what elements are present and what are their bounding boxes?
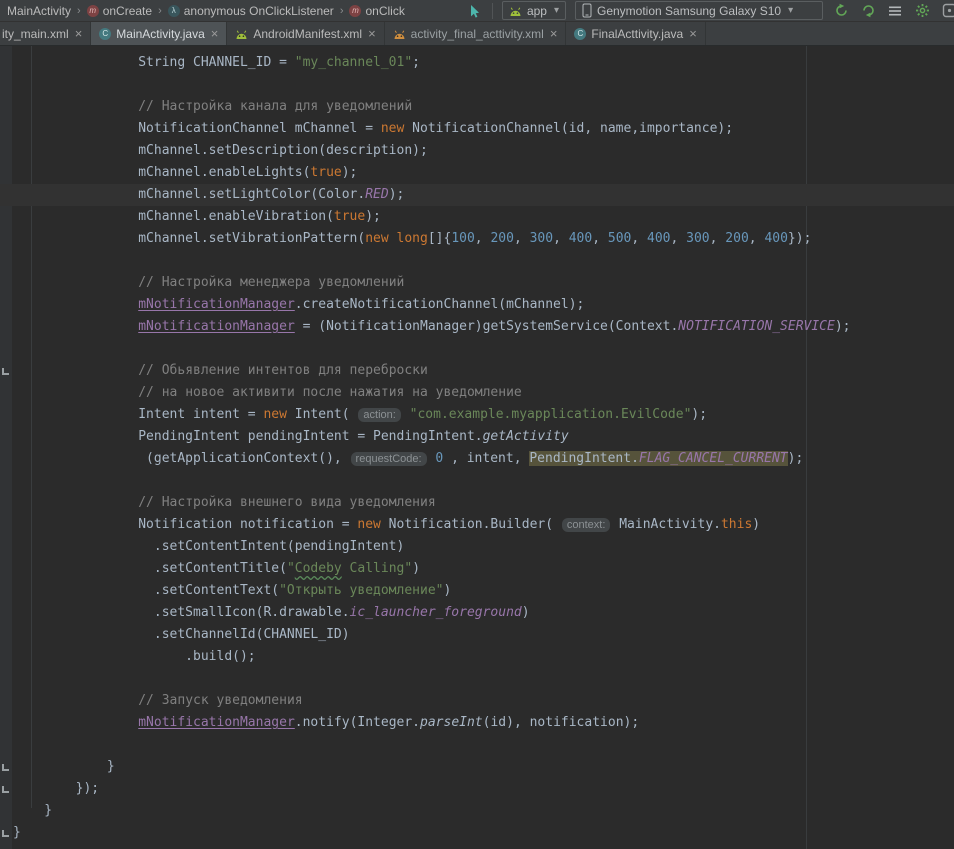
breadcrumb-separator: › [157,5,163,17]
code-line-22[interactable]: Notification notification = new Notifica… [0,514,954,536]
breadcrumb-label: onClick [365,4,404,18]
tab-bar: ity_main.xml×CMainActivity.java×AndroidM… [0,22,954,46]
fold-marker[interactable] [2,830,9,837]
gear-icon[interactable] [913,2,931,20]
chevron-down-icon: ▾ [554,5,559,16]
code-line-35[interactable]: } [0,800,954,822]
editor[interactable]: String CHANNEL_ID = "my_channel_01"; // … [0,46,954,849]
code-line-11[interactable]: // Настройка менеджера уведомлений [0,272,954,294]
code-line-30[interactable]: // Запуск уведомления [0,690,954,712]
chevron-down-icon: ▾ [788,5,793,16]
breadcrumb-item-mainactivity[interactable]: MainActivity [4,3,74,19]
code-line-14[interactable] [0,338,954,360]
code-line-13[interactable]: mNotificationManager = (NotificationMana… [0,316,954,338]
fold-marker[interactable] [2,786,9,793]
navigation-bar: MainActivity › m onCreate › λ anonymous OnClic… [0,0,954,22]
apply-code-changes-icon[interactable] [859,2,877,20]
code-line-15[interactable]: // Обьявление интентов для переброски [0,360,954,382]
code-line-26[interactable]: .setSmallIcon(R.drawable.ic_launcher_for… [0,602,954,624]
code-line-7[interactable]: mChannel.setLightColor(Color.RED); [0,184,954,206]
code-line-16[interactable]: // на новое активити после нажатия на ув… [0,382,954,404]
code-line-31[interactable]: mNotificationManager.notify(Integer.pars… [0,712,954,734]
breadcrumbs: MainActivity › m onCreate › λ anonymous OnClic… [4,3,408,19]
phone-icon [582,3,592,18]
tab-close-icon[interactable]: × [689,26,697,41]
device-label: Genymotion Samsung Galaxy S10 [597,4,781,18]
android-icon [509,5,522,17]
code-line-1[interactable]: String CHANNEL_ID = "my_channel_01"; [0,52,954,74]
main-toolbar: app ▾ Genymotion Samsung Galaxy S10 ▾ [465,1,950,20]
list-icon[interactable] [886,2,904,20]
code-line-21[interactable]: // Настройка внешнего вида уведомления [0,492,954,514]
run-config-select[interactable]: app ▾ [502,1,566,20]
code-line-36[interactable]: } [0,822,954,844]
tab-mainactivity-java[interactable]: C MainActivity.java × [91,22,227,45]
code-line-9[interactable]: mChannel.setVibrationPattern(new long[]{… [0,228,954,250]
code-line-3[interactable]: // Настройка канала для уведомлений [0,96,954,118]
tab-label: activity_final_acttivity.xml [411,27,544,41]
tab-finalacttivity-java[interactable]: C FinalActtivity.java × [566,22,705,45]
device-select[interactable]: Genymotion Samsung Galaxy S10 ▾ [575,1,823,20]
breadcrumb-item-oncreate[interactable]: m onCreate [84,3,155,19]
anonymous-class-icon: λ [168,5,180,17]
code-line-27[interactable]: .setChannelId(CHANNEL_ID) [0,624,954,646]
code-line-25[interactable]: .setContentText("Открыть уведомление") [0,580,954,602]
code-line-23[interactable]: .setContentIntent(pendingIntent) [0,536,954,558]
tab-close-icon[interactable]: × [75,26,83,41]
tab-close-icon[interactable]: × [368,26,376,41]
code-line-4[interactable]: NotificationChannel mChannel = new Notif… [0,118,954,140]
code-line-34[interactable]: }); [0,778,954,800]
xml-layout-icon [393,28,406,40]
android-icon [235,28,248,40]
method-icon: m [349,5,361,17]
class-icon: C [574,28,586,40]
code-line-17[interactable]: Intent intent = new Intent( action: "com… [0,404,954,426]
code-line-2[interactable] [0,74,954,96]
tab-label: ity_main.xml [2,27,69,41]
code-line-24[interactable]: .setContentTitle("Codeby Calling") [0,558,954,580]
code-line-20[interactable] [0,470,954,492]
breadcrumb-item-anonymous-onclicklistener[interactable]: λ anonymous OnClickListener [165,3,337,19]
breadcrumb-label: anonymous OnClickListener [184,4,334,18]
breadcrumb-separator: › [339,5,345,17]
code-line-29[interactable] [0,668,954,690]
breadcrumb-label: MainActivity [7,4,71,18]
code-line-28[interactable]: .build(); [0,646,954,668]
code-line-18[interactable]: PendingIntent pendingIntent = PendingInt… [0,426,954,448]
run-config-label: app [527,4,547,18]
tab-label: FinalActtivity.java [591,27,683,41]
code-line-12[interactable]: mNotificationManager.createNotificationC… [0,294,954,316]
code-area[interactable]: String CHANNEL_ID = "my_channel_01"; // … [0,52,954,844]
toolbar-separator [492,3,493,19]
code-line-32[interactable] [0,734,954,756]
method-icon: m [87,5,99,17]
breadcrumb-separator: › [76,5,82,17]
tab-label: AndroidManifest.xml [253,27,362,41]
breadcrumb-item-onclick[interactable]: m onClick [346,3,407,19]
tab-close-icon[interactable]: × [211,26,219,41]
tab-activity-final-acttivity-xml[interactable]: activity_final_acttivity.xml × [385,22,567,45]
breadcrumb-label: onCreate [103,4,152,18]
code-line-19[interactable]: (getApplicationContext(), requestCode: 0… [0,448,954,470]
fold-marker[interactable] [2,764,9,771]
tab-androidmanifest-xml[interactable]: AndroidManifest.xml × [227,22,384,45]
class-icon: C [99,28,111,40]
code-line-5[interactable]: mChannel.setDescription(description); [0,140,954,162]
tab-label: MainActivity.java [116,27,204,41]
fold-marker[interactable] [2,368,9,375]
code-line-10[interactable] [0,250,954,272]
code-line-33[interactable]: } [0,756,954,778]
apply-changes-icon[interactable] [832,2,850,20]
code-line-8[interactable]: mChannel.enableVibration(true); [0,206,954,228]
tab-close-icon[interactable]: × [550,26,558,41]
cursor-icon[interactable] [465,2,483,20]
code-line-6[interactable]: mChannel.enableLights(true); [0,162,954,184]
more-tools-icon[interactable] [940,2,954,20]
tab-ity-main-xml[interactable]: ity_main.xml × [0,22,91,45]
